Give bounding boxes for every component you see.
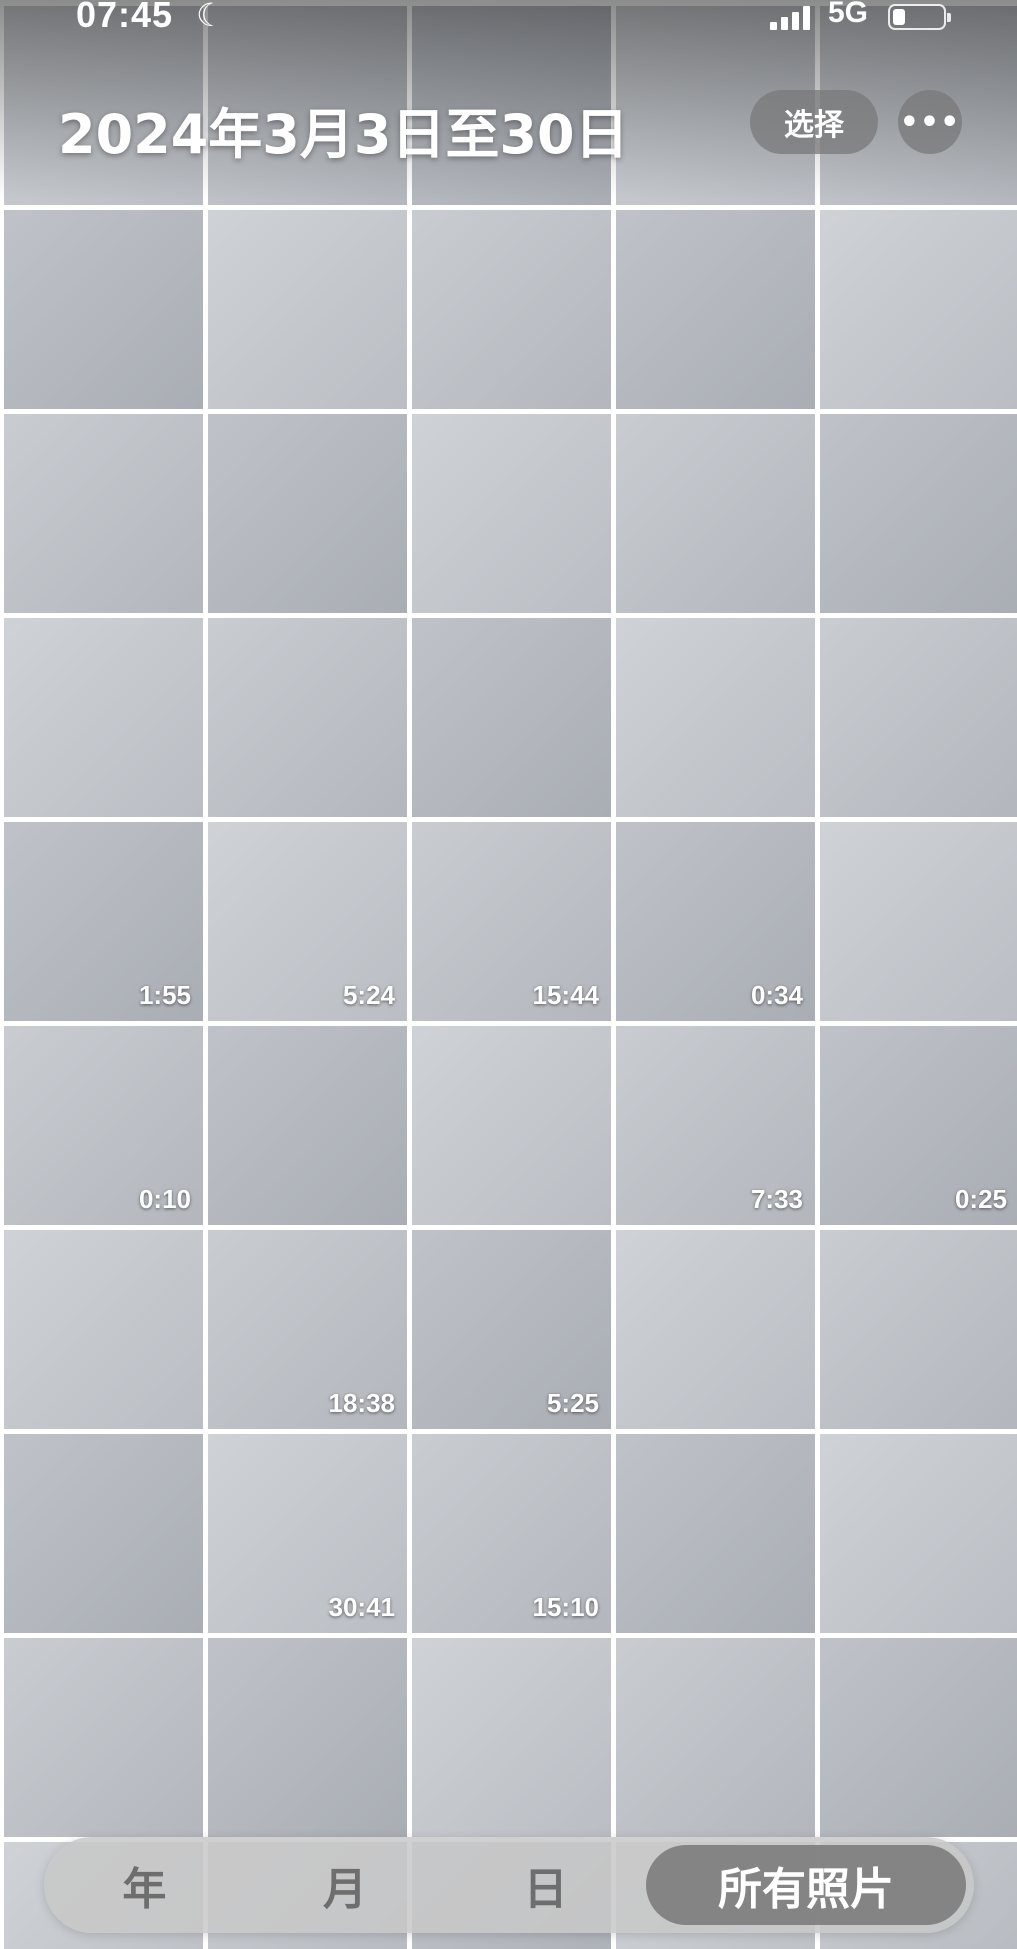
photo-thumbnail[interactable] — [4, 1230, 203, 1429]
photo-thumbnail[interactable] — [4, 1434, 203, 1633]
photo-thumbnail[interactable] — [208, 1026, 407, 1225]
date-range-title: 2024年3月3日至30日 — [58, 103, 629, 166]
video-duration: 5:24 — [342, 980, 395, 1010]
video-thumbnail[interactable]: 1:55 — [4, 822, 203, 1021]
video-thumbnail[interactable]: 7:33 — [616, 1026, 815, 1225]
view-tab-bar: 年月日所有照片 — [44, 1837, 974, 1933]
photo-thumbnail[interactable] — [4, 414, 203, 613]
video-duration: 0:34 — [750, 980, 803, 1010]
photo-thumbnail[interactable] — [616, 414, 815, 613]
status-bar: 07:45 ☾ 5G — [0, 0, 1017, 36]
photo-thumbnail[interactable] — [820, 822, 1017, 1021]
photo-grid: 1:55 5:24 15:44 0:34 0:10 7:33 0:25 18:38 5:25 30… — [0, 0, 1017, 1949]
more-options-button[interactable]: ••• — [898, 90, 962, 154]
photo-thumbnail[interactable] — [616, 1434, 815, 1633]
network-type: 5G — [828, 0, 869, 29]
photo-thumbnail[interactable] — [412, 618, 611, 817]
video-duration: 0:25 — [954, 1184, 1007, 1214]
photo-thumbnail[interactable] — [412, 1026, 611, 1225]
video-duration: 5:25 — [546, 1388, 599, 1418]
photo-thumbnail[interactable] — [820, 210, 1017, 409]
video-duration: 15:44 — [532, 980, 600, 1010]
video-thumbnail[interactable]: 0:10 — [4, 1026, 203, 1225]
video-duration: 7:33 — [750, 1184, 803, 1214]
photo-thumbnail[interactable] — [412, 210, 611, 409]
video-thumbnail[interactable]: 15:10 — [412, 1434, 611, 1633]
tab-year[interactable]: 年 — [44, 1853, 245, 1917]
photo-thumbnail[interactable] — [4, 1638, 203, 1837]
photo-thumbnail[interactable] — [616, 1638, 815, 1837]
video-thumbnail[interactable]: 0:25 — [820, 1026, 1017, 1225]
video-thumbnail[interactable]: 0:34 — [616, 822, 815, 1021]
video-thumbnail[interactable]: 30:41 — [208, 1434, 407, 1633]
video-duration: 0:10 — [138, 1184, 191, 1214]
photo-thumbnail[interactable] — [4, 210, 203, 409]
cellular-signal-icon — [770, 6, 810, 30]
tab-day[interactable]: 日 — [445, 1853, 646, 1917]
tab-all-photos[interactable]: 所有照片 — [646, 1845, 967, 1925]
video-thumbnail[interactable]: 5:24 — [208, 822, 407, 1021]
photo-thumbnail[interactable] — [616, 1230, 815, 1429]
photo-thumbnail[interactable] — [208, 210, 407, 409]
photo-thumbnail[interactable] — [820, 618, 1017, 817]
select-button[interactable]: 选择 — [750, 90, 878, 154]
photo-thumbnail[interactable] — [4, 618, 203, 817]
photo-thumbnail[interactable] — [616, 618, 815, 817]
video-thumbnail[interactable]: 15:44 — [412, 822, 611, 1021]
photo-thumbnail[interactable] — [412, 1638, 611, 1837]
tab-month[interactable]: 月 — [245, 1853, 446, 1917]
photo-thumbnail[interactable] — [820, 1638, 1017, 1837]
photo-thumbnail[interactable] — [820, 1230, 1017, 1429]
video-thumbnail[interactable]: 5:25 — [412, 1230, 611, 1429]
photo-thumbnail[interactable] — [820, 414, 1017, 613]
battery-icon — [888, 4, 951, 30]
video-duration: 18:38 — [328, 1388, 396, 1418]
video-duration: 30:41 — [328, 1592, 396, 1622]
photo-thumbnail[interactable] — [208, 618, 407, 817]
photo-thumbnail[interactable] — [820, 1434, 1017, 1633]
moon-icon: ☾ — [196, 0, 225, 33]
photo-thumbnail[interactable] — [208, 1638, 407, 1837]
photo-thumbnail[interactable] — [208, 414, 407, 613]
video-duration: 1:55 — [138, 980, 191, 1010]
photo-thumbnail[interactable] — [412, 414, 611, 613]
video-thumbnail[interactable]: 18:38 — [208, 1230, 407, 1429]
status-time: 07:45 — [76, 0, 174, 35]
photo-thumbnail[interactable] — [616, 210, 815, 409]
video-duration: 15:10 — [532, 1592, 600, 1622]
